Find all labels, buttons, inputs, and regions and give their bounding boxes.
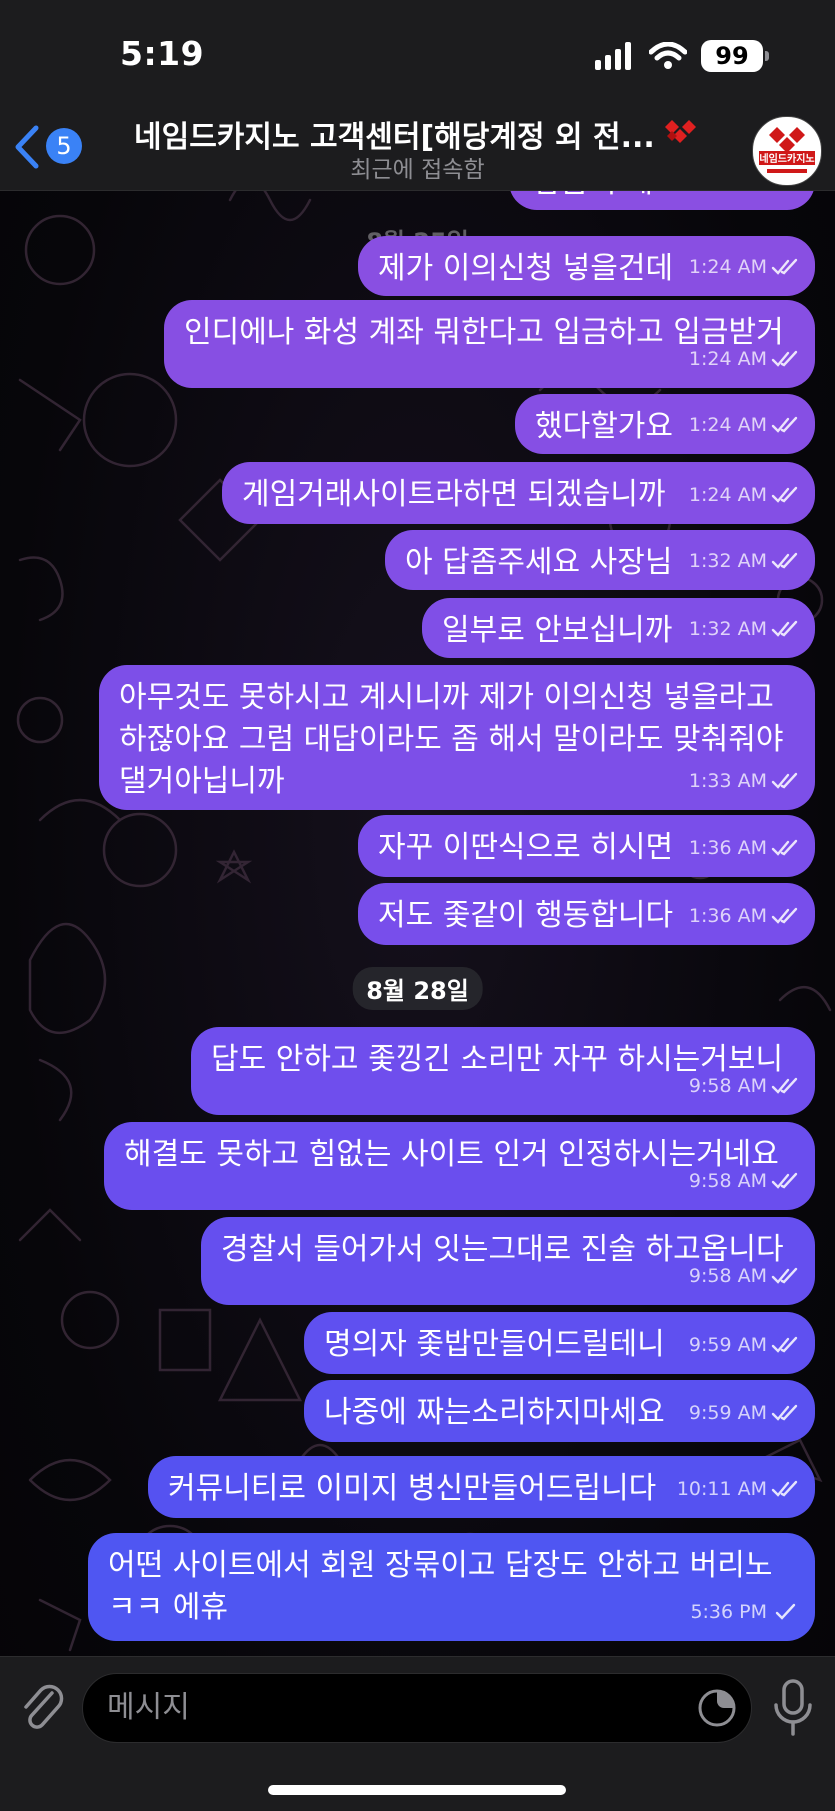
avatar[interactable]: 네임드카지노 (752, 116, 822, 186)
red-diamonds-icon (665, 120, 696, 143)
message-bubble[interactable]: 명의자 좇밥만들어드릴테니 9:59 AM (304, 1312, 815, 1374)
message-bubble[interactable]: 어떤 사이트에서 회원 장묶이고 답장도 안하고 버리노 ㅋㅋ 에휴 5:36 … (88, 1533, 815, 1641)
message-meta: 10:11 AM (677, 1468, 799, 1510)
svg-text:네임드카지노: 네임드카지노 (759, 152, 814, 165)
single-check-icon (775, 1603, 796, 1620)
message-input[interactable]: 메시지 (82, 1673, 752, 1743)
message-meta: 1:36 AM (689, 827, 799, 869)
message-meta: 9:58 AM (689, 1255, 799, 1297)
message-meta: 1:24 AM (689, 404, 799, 446)
battery-indicator: 99 (701, 40, 769, 72)
sticker-icon[interactable] (696, 1687, 738, 1729)
double-check-icon (771, 350, 798, 367)
message-meta: 1:32 AM (689, 608, 799, 650)
message-bubble[interactable]: 커뮤니티로 이미지 병신만들어드립니다 10:11 AM (148, 1456, 815, 1518)
message-time: 1:32 AM (688, 618, 767, 640)
message-meta: 1:24 AM (689, 246, 799, 288)
message-meta: 9:58 AM (689, 1065, 799, 1107)
message-time: 1:32 AM (688, 550, 767, 572)
message-time: 5:36 PM (690, 1601, 767, 1623)
double-check-icon (771, 772, 798, 789)
message-time: 9:58 AM (688, 1170, 767, 1192)
message-time: 1:36 AM (688, 905, 767, 927)
message-bubble[interactable]: 경찰서 들어가서 잇는그대로 진술 하고옵니다 9:58 AM (201, 1217, 815, 1305)
message-bubble[interactable]: 답도 안하고 좇낑긴 소리만 자꾸 하시는거보니 9:58 AM (191, 1027, 815, 1115)
message-bubble[interactable]: 아무것도 못하시고 계시니까 제가 이의신청 넣을라고 하잖아요 그럼 대답이라… (99, 665, 815, 810)
chat-status: 최근에 접속함 (350, 157, 485, 183)
wifi-icon (649, 42, 687, 69)
status-time: 5:19 (120, 34, 205, 73)
message-meta: 9:58 AM (689, 1160, 799, 1202)
paperclip-icon[interactable] (18, 1679, 66, 1737)
double-check-icon (771, 1480, 798, 1497)
message-meta: 9:59 AM (689, 1324, 799, 1366)
message-meta: 1:33 AM (689, 760, 799, 802)
message-bubble[interactable]: 해결도 못하고 힘없는 사이트 인거 인정하시는거네요 9:58 AM (104, 1122, 815, 1210)
message-time: 1:33 AM (688, 770, 767, 792)
microphone-icon[interactable] (770, 1677, 816, 1739)
double-check-icon (771, 1077, 798, 1094)
message-time: 1:24 AM (688, 348, 767, 370)
date-separator: 8월 28일 (352, 967, 483, 1010)
message-bubble[interactable]: 나중에 짜는소리하지마세요 9:59 AM (304, 1380, 815, 1442)
status-icons: 99 (595, 38, 769, 74)
message-time: 1:36 AM (688, 837, 767, 859)
named-casino-logo: 네임드카지노 (754, 118, 820, 184)
double-check-icon (771, 907, 798, 924)
message-meta: 1:24 AM (689, 474, 799, 516)
message-meta: 1:36 AM (689, 895, 799, 937)
double-check-icon (771, 486, 798, 503)
message-time: 1:24 AM (688, 256, 767, 278)
message-meta: 1:24 AM (689, 338, 799, 380)
home-indicator[interactable] (268, 1785, 566, 1795)
message-bubble[interactable]: 일부로 안보십니까 1:32 AM (422, 598, 815, 658)
message-time: 9:58 AM (688, 1075, 767, 1097)
message-bubble[interactable]: 저도 좇같이 행동합니다 1:36 AM (358, 883, 815, 945)
message-bubble[interactable]: 자꾸 이딴식으로 히시면 1:36 AM (358, 815, 815, 877)
message-bubble[interactable]: 했다할가요 1:24 AM (515, 394, 815, 454)
double-check-icon (771, 1336, 798, 1353)
message-time: 9:59 AM (688, 1334, 767, 1356)
chat-header: 5:19 99 5 네임드카지노 고객센터[해당계정 외 전... 최근에 접속… (0, 0, 835, 191)
message-bubble[interactable]: 인디에나 화성 계좌 뭐한다고 입금하고 입금받거 1:24 AM (164, 300, 815, 388)
message-meta: 9:59 AM (689, 1392, 799, 1434)
double-check-icon (771, 1267, 798, 1284)
message-list[interactable]: 답좀 주세요 1:23 AM 8월 25일 제가 이의신청 넣을건데 1:24 … (0, 0, 835, 1810)
message-time: 9:59 AM (688, 1402, 767, 1424)
double-check-icon (771, 839, 798, 856)
double-check-icon (771, 258, 798, 275)
message-time: 1:24 AM (688, 414, 767, 436)
cellular-signal-icon (595, 42, 631, 70)
message-bubble[interactable]: 게임거래사이트라하면 되겠습니까 1:24 AM (222, 462, 815, 524)
message-meta: 1:32 AM (689, 540, 799, 582)
message-meta: 5:36 PM (690, 1591, 799, 1633)
message-time: 9:58 AM (688, 1265, 767, 1287)
double-check-icon (771, 1404, 798, 1421)
message-bubble[interactable]: 제가 이의신청 넣을건데 1:24 AM (358, 236, 815, 296)
message-time: 10:11 AM (676, 1478, 767, 1500)
double-check-icon (771, 552, 798, 569)
message-bubble[interactable]: 아 답좀주세요 사장님 1:32 AM (385, 530, 815, 590)
message-time: 1:24 AM (688, 484, 767, 506)
double-check-icon (771, 1172, 798, 1189)
double-check-icon (771, 416, 798, 433)
double-check-icon (771, 620, 798, 637)
